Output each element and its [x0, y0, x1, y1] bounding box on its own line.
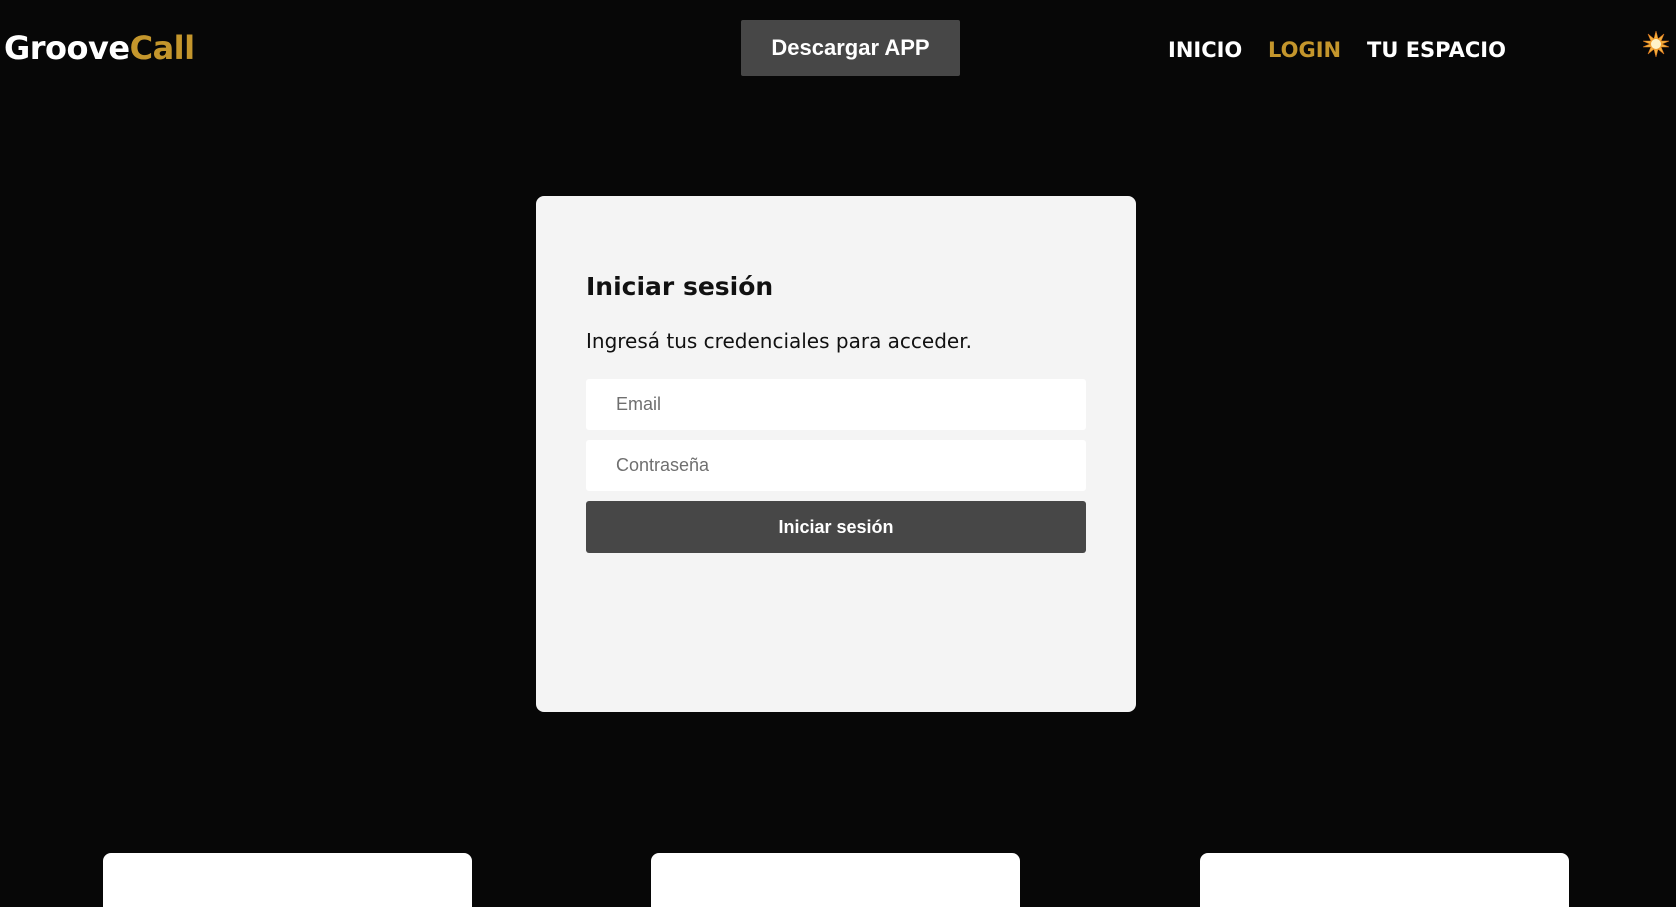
- page: GrooveCall Descargar APP INICIO LOGIN TU…: [0, 0, 1676, 907]
- download-app-button[interactable]: Descargar APP: [741, 20, 960, 76]
- feature-card-1: [103, 853, 472, 907]
- nav-link-login[interactable]: LOGIN: [1268, 33, 1341, 67]
- login-card: Iniciar sesión Ingresá tus credenciales …: [536, 196, 1136, 712]
- sun-icon: [1643, 31, 1669, 57]
- login-submit-button[interactable]: Iniciar sesión: [586, 501, 1086, 553]
- logo-text-call: Call: [129, 29, 196, 67]
- password-input[interactable]: [586, 440, 1086, 491]
- brand-logo[interactable]: GrooveCall: [4, 26, 195, 70]
- email-input[interactable]: [586, 379, 1086, 430]
- login-subtitle: Ingresá tus credenciales para acceder.: [586, 329, 972, 353]
- login-title: Iniciar sesión: [586, 272, 774, 301]
- feature-card-3: [1200, 853, 1569, 907]
- nav-link-inicio[interactable]: INICIO: [1168, 33, 1242, 67]
- logo-text-groove: Groove: [4, 29, 130, 67]
- theme-toggle-button[interactable]: [1640, 28, 1672, 60]
- feature-card-2: [651, 853, 1020, 907]
- nav-link-tu-espacio[interactable]: TU ESPACIO: [1367, 33, 1506, 67]
